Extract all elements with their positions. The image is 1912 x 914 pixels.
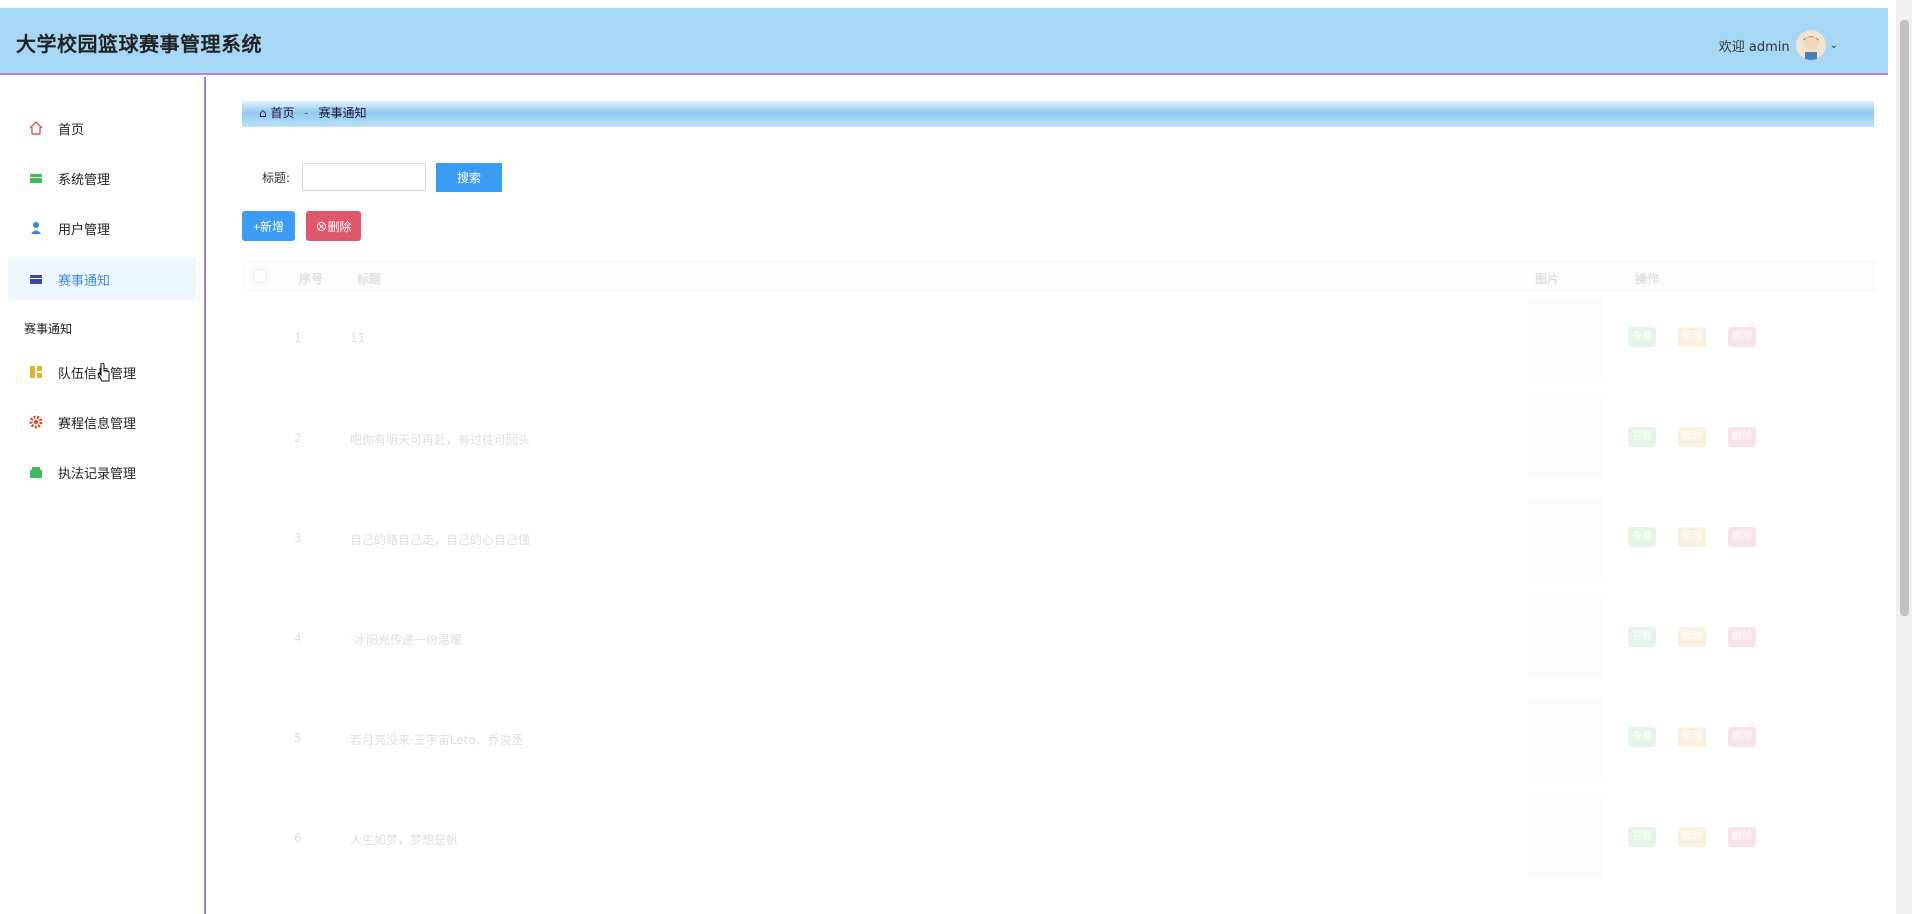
sidebar-item-system[interactable]: 系统管理 [8,157,196,199]
header-image[interactable]: 图片 [1535,270,1559,287]
row-title: 自己的路自己走，自己的心自己懂 [350,533,531,547]
home-icon[interactable]: ⌂ [259,106,267,120]
system-icon [28,170,44,186]
avatar[interactable] [1795,30,1826,60]
sidebar: 首页 系统管理 用户管理 赛事通知 赛事通知 队伍信息管理 赛程信息管理 执法记… [0,77,206,914]
row-image [1528,297,1603,379]
table-header: 序号 标题 图片 操作 [242,261,1874,291]
team-icon [28,364,44,380]
close-circle-icon: ⊗ [315,219,328,234]
edit-button[interactable]: 修改 [1678,527,1706,547]
table-row: 3 自己的路自己走，自己的心自己懂 查看 修改 删除 [242,497,1874,597]
row-index: 3 [294,531,302,545]
home-icon [28,120,44,136]
sidebar-sub-notice[interactable]: 赛事通知 [24,320,72,337]
user-icon [28,220,44,236]
sidebar-item-schedule[interactable]: 赛程信息管理 [8,401,196,443]
mouse-cursor-icon [97,363,110,382]
sidebar-item-label: 首页 [58,122,85,138]
notice-icon [28,271,44,287]
edit-button[interactable]: 修改 [1678,327,1706,347]
row-image [1528,597,1603,679]
sidebar-item-label: 赛程信息管理 [58,416,137,432]
schedule-icon [28,414,44,430]
header-index: 序号 [299,272,324,286]
sidebar-item-home[interactable]: 首页 [8,107,196,149]
sidebar-item-notice[interactable]: 赛事通知 [8,258,196,300]
row-index: 5 [294,731,302,745]
table-row: 1 11 查看 修改 删除 [242,297,1874,397]
add-button[interactable]: +新增 [242,211,295,241]
notice-table: 序号 标题 图片 操作 1 11 查看 修改 删除 2 吧你有明天可再赴，有过往… [242,261,1874,914]
plus-icon: + [252,219,260,234]
header-title[interactable]: 标题 [357,270,381,287]
row-delete-button[interactable]: 删除 [1728,327,1756,347]
sidebar-item-label: 用户管理 [58,222,111,238]
edit-button[interactable]: 修改 [1678,627,1706,647]
sidebar-item-label: 赛事通知 [58,273,111,289]
table-row: 5 若月亮没来·王宇宙Leto、乔浚丞 查看 修改 删除 [242,697,1874,797]
sidebar-item-record[interactable]: 执法记录管理 [8,451,196,493]
sidebar-item-label: 执法记录管理 [58,466,137,482]
row-title: 若月亮没来·王宇宙Leto、乔浚丞 [350,733,524,747]
scrollbar-thumb[interactable] [1900,20,1909,616]
delete-button[interactable]: ⊗删除 [306,211,361,241]
header-actions: 操作 [1635,272,1660,286]
search-label: 标题: [262,171,291,185]
row-index: 6 [294,831,302,845]
view-button[interactable]: 查看 [1628,727,1656,747]
table-row: 2 吧你有明天可再赴，有过往可回头 查看 修改 删除 [242,397,1874,497]
app-title: 大学校园篮球赛事管理系统 [16,32,262,56]
row-image [1528,697,1603,779]
table-row: 6 人生如梦，梦想是帆 查看 修改 删除 [242,797,1874,897]
chevron-down-icon[interactable]: ⌄ [1830,40,1838,51]
user-menu[interactable]: 欢迎 admin ⌄ [1719,30,1838,60]
breadcrumb-home[interactable]: 首页 [270,106,294,120]
breadcrumb-current: 赛事通知 [318,106,367,120]
edit-button[interactable]: 修改 [1678,827,1706,847]
row-delete-button[interactable]: 删除 [1728,527,1756,547]
breadcrumb-separator: - [304,106,309,120]
row-title: ·冰阳光传递一份温暖 [350,633,462,647]
row-index: 4 [294,631,302,645]
edit-button[interactable]: 修改 [1678,727,1706,747]
edit-button[interactable]: 修改 [1678,427,1706,447]
row-delete-button[interactable]: 删除 [1728,627,1756,647]
sidebar-item-label: 系统管理 [58,172,111,188]
welcome-text: 欢迎 admin [1718,39,1790,55]
top-header: 大学校园篮球赛事管理系统 欢迎 admin ⌄ [0,8,1888,75]
row-image [1528,797,1603,879]
row-title: 11 [350,331,366,345]
view-button[interactable]: 查看 [1628,427,1656,447]
row-title: 吧你有明天可再赴，有过往可回头 [350,433,531,447]
search-button[interactable]: 搜索 [436,163,502,192]
search-input[interactable] [302,163,426,191]
row-title: 人生如梦，梦想是帆 [350,833,459,847]
view-button[interactable]: 查看 [1628,827,1656,847]
sidebar-item-users[interactable]: 用户管理 [8,207,196,249]
row-index: 2 [294,431,302,445]
view-button[interactable]: 查看 [1628,627,1656,647]
row-index: 1 [294,331,302,345]
row-image [1528,497,1603,579]
view-button[interactable]: 查看 [1628,327,1656,347]
table-row: 4 ·冰阳光传递一份温暖 查看 修改 删除 [242,597,1874,697]
view-button[interactable]: 查看 [1628,527,1656,547]
row-image [1528,397,1603,479]
vertical-scrollbar[interactable] [1896,0,1912,914]
row-delete-button[interactable]: 删除 [1728,827,1756,847]
select-all-checkbox[interactable] [253,269,267,283]
breadcrumb: ⌂ 首页 - 赛事通知 [242,101,1874,127]
record-icon [28,464,44,480]
row-delete-button[interactable]: 删除 [1728,427,1756,447]
row-delete-button[interactable]: 删除 [1728,727,1756,747]
